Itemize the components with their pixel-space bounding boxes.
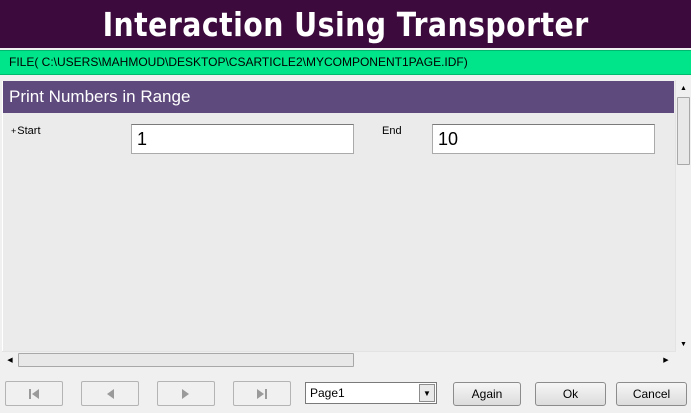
section-header: Print Numbers in Range — [3, 81, 674, 113]
skip-to-end-icon — [257, 388, 267, 399]
skip-to-start-icon — [29, 388, 39, 399]
form-viewport: Print Numbers in Range +Start End — [2, 81, 675, 354]
vertical-scrollbar[interactable]: ▲ ▼ — [675, 80, 691, 352]
page-select[interactable]: Page1 ▼ — [305, 382, 437, 404]
file-path-bar: FILE( C:\USERS\MAHMOUD\DESKTOP\CSARTICLE… — [0, 50, 691, 75]
vertical-scroll-thumb[interactable] — [677, 97, 690, 165]
start-label-text: Start — [17, 125, 41, 137]
first-page-button[interactable] — [5, 381, 63, 406]
scroll-down-arrow-icon[interactable]: ▼ — [676, 336, 691, 352]
again-button[interactable]: Again — [453, 382, 521, 406]
end-input[interactable] — [432, 124, 655, 154]
end-label: End — [382, 125, 402, 137]
window-title: Interaction Using Transporter — [102, 4, 589, 44]
chevron-down-icon[interactable]: ▼ — [419, 384, 435, 402]
content-frame: Print Numbers in Range +Start End — [0, 76, 691, 369]
next-page-button[interactable] — [157, 381, 215, 406]
triangle-right-icon — [182, 388, 189, 399]
scroll-up-arrow-icon[interactable]: ▲ — [676, 80, 691, 96]
cancel-button[interactable]: Cancel — [616, 382, 687, 406]
previous-page-button[interactable] — [81, 381, 139, 406]
page-select-value: Page1 — [310, 386, 345, 400]
start-label: +Start — [11, 125, 41, 137]
horizontal-scroll-thumb[interactable] — [18, 353, 354, 367]
horizontal-scrollbar[interactable]: ◀ ▶ — [2, 351, 675, 368]
scroll-corner — [675, 352, 691, 368]
bottom-toolbar: Page1 ▼ Again Ok Cancel — [0, 369, 691, 413]
last-page-button[interactable] — [233, 381, 291, 406]
scroll-right-arrow-icon[interactable]: ▶ — [658, 352, 674, 368]
start-input[interactable] — [131, 124, 354, 154]
start-marker: + — [11, 126, 17, 136]
triangle-left-icon — [107, 388, 114, 399]
ok-button[interactable]: Ok — [535, 382, 606, 406]
scroll-left-arrow-icon[interactable]: ◀ — [2, 352, 18, 368]
title-banner: Interaction Using Transporter — [0, 0, 691, 48]
